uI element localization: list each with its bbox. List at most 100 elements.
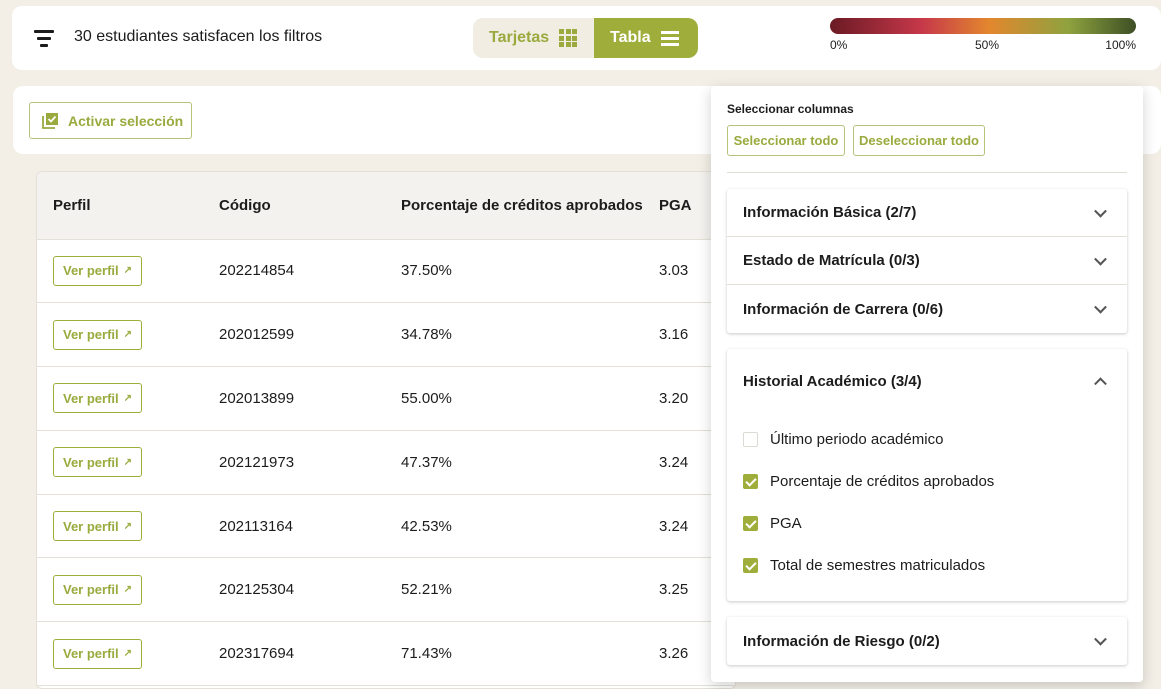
column-header-codigo[interactable]: Código <box>219 172 401 240</box>
external-link-icon: ↗ <box>123 520 133 532</box>
group-label: Historial Académico (3/4) <box>743 372 922 390</box>
table-row: Ver perfil ↗ 202013899 55.00% 3.20 <box>37 367 735 431</box>
student-code: 202013899 <box>219 389 295 407</box>
checkbox[interactable] <box>743 516 758 531</box>
deselect-all-button[interactable]: Deseleccionar todo <box>853 125 985 156</box>
table-view-button[interactable]: Tabla <box>594 18 698 58</box>
divider <box>727 172 1127 173</box>
column-option-porcentaje[interactable]: Porcentaje de créditos aprobados <box>743 473 994 490</box>
credits-percentage: 42.53% <box>401 517 452 535</box>
list-icon <box>660 31 679 46</box>
gradient-bar <box>830 18 1136 34</box>
filter-count-text: 30 estudiantes satisfacen los filtros <box>74 28 323 45</box>
student-code: 202214854 <box>219 262 295 280</box>
group-estado-matricula[interactable]: Estado de Matrícula (0/3) <box>727 237 1127 285</box>
external-link-icon: ↗ <box>123 392 133 404</box>
view-profile-button[interactable]: Ver perfil ↗ <box>53 511 143 542</box>
table-row: Ver perfil ↗ 202214854 37.50% 3.03 <box>37 239 735 303</box>
view-profile-button[interactable]: Ver perfil ↗ <box>53 383 143 414</box>
student-code: 202125304 <box>219 581 295 599</box>
view-profile-label: Ver perfil <box>63 518 119 534</box>
checkbox[interactable] <box>743 474 758 489</box>
student-code: 202012599 <box>219 326 295 344</box>
column-option-ultimo-periodo[interactable]: Último periodo académico <box>743 431 943 448</box>
credits-percentage: 47.37% <box>401 453 452 471</box>
group-informacion-basica[interactable]: Información Básica (2/7) <box>727 189 1127 237</box>
filter-icon[interactable] <box>34 28 58 48</box>
select-all-button[interactable]: Seleccionar todo <box>727 125 845 156</box>
external-link-icon: ↗ <box>123 584 133 596</box>
student-code: 202317694 <box>219 645 295 663</box>
column-header-perfil[interactable]: Perfil <box>37 172 219 240</box>
column-groups-collapsed: Información Básica (2/7) Estado de Matrí… <box>727 189 1127 333</box>
credits-percentage: 37.50% <box>401 262 452 280</box>
column-option-total-semestres[interactable]: Total de semestres matriculados <box>743 557 985 574</box>
column-selector-panel: Seleccionar columnas Seleccionar todo De… <box>711 86 1143 682</box>
table-header-row: Perfil Código Porcentaje de créditos apr… <box>37 172 735 240</box>
view-profile-button[interactable]: Ver perfil ↗ <box>53 574 143 605</box>
gradient-legend: 0% 50% 100% <box>830 18 1136 52</box>
table-row: Ver perfil ↗ 202125304 52.21% 3.25 <box>37 558 735 622</box>
column-option-pga[interactable]: PGA <box>743 515 802 532</box>
activate-selection-label: Activar selección <box>68 112 184 129</box>
view-profile-label: Ver perfil <box>63 263 119 279</box>
chevron-down-icon <box>1094 300 1107 314</box>
table-row: Ver perfil ↗ 202012599 34.78% 3.16 <box>37 303 735 367</box>
cards-view-button[interactable]: Tarjetas <box>473 18 594 58</box>
option-label: Último periodo académico <box>770 431 944 448</box>
table-row: Ver perfil ↗ 202113164 42.53% 3.24 <box>37 494 735 558</box>
group-label: Estado de Matrícula (0/3) <box>743 252 920 269</box>
column-groups-last: Información de Riesgo (0/2) <box>727 617 1127 665</box>
credits-percentage: 34.78% <box>401 326 452 344</box>
credits-percentage: 55.00% <box>401 389 452 407</box>
group-label: Información de Carrera (0/6) <box>743 300 944 318</box>
group-label: Información de Riesgo (0/2) <box>743 632 940 650</box>
external-link-icon: ↗ <box>123 456 133 468</box>
credits-percentage: 52.21% <box>401 581 452 599</box>
group-informacion-carrera[interactable]: Información de Carrera (0/6) <box>727 285 1127 333</box>
column-header-porcentaje[interactable]: Porcentaje de créditos aprobados <box>401 172 659 240</box>
external-link-icon: ↗ <box>123 329 133 341</box>
view-profile-button[interactable]: Ver perfil ↗ <box>53 447 143 478</box>
top-bar: 30 estudiantes satisfacen los filtros Ta… <box>12 6 1161 70</box>
chevron-down-icon <box>1094 252 1107 266</box>
column-selector-title: Seleccionar columnas <box>727 102 854 116</box>
view-profile-button[interactable]: Ver perfil ↗ <box>53 255 143 286</box>
group-label: Información Básica (2/7) <box>743 204 917 221</box>
table-view-label: Tabla <box>610 29 651 46</box>
group-informacion-riesgo[interactable]: Información de Riesgo (0/2) <box>727 617 1127 665</box>
group-historial-academico: Historial Académico (3/4) Último periodo… <box>727 349 1127 601</box>
chevron-down-icon <box>1094 204 1107 218</box>
option-label: PGA <box>770 515 802 532</box>
cards-view-label: Tarjetas <box>489 29 550 46</box>
gradient-min-label: 0% <box>830 38 848 52</box>
gradient-mid-label: 50% <box>975 38 1000 52</box>
view-toggle: Tarjetas Tabla <box>473 18 698 58</box>
checkbox[interactable] <box>743 558 758 573</box>
table-row: Ver perfil ↗ 202121973 47.37% 3.24 <box>37 430 735 495</box>
credits-percentage: 71.43% <box>401 645 452 663</box>
view-profile-label: Ver perfil <box>63 390 119 406</box>
view-profile-label: Ver perfil <box>63 454 119 470</box>
activate-selection-button[interactable]: Activar selección <box>29 102 192 139</box>
table-row: Ver perfil ↗ 202317694 71.43% 3.26 <box>37 622 735 686</box>
students-table: Perfil Código Porcentaje de créditos apr… <box>36 171 736 689</box>
gradient-max-label: 100% <box>1105 38 1136 52</box>
checklist-icon <box>42 112 59 129</box>
chevron-down-icon <box>1094 632 1107 646</box>
grid-icon <box>559 29 578 47</box>
external-link-icon: ↗ <box>123 265 133 277</box>
view-profile-label: Ver perfil <box>63 646 119 662</box>
student-code: 202121973 <box>219 453 295 471</box>
checkbox[interactable] <box>743 432 758 447</box>
external-link-icon: ↗ <box>123 648 133 660</box>
view-profile-button[interactable]: Ver perfil ↗ <box>53 638 143 669</box>
option-label: Porcentaje de créditos aprobados <box>770 473 995 490</box>
view-profile-label: Ver perfil <box>63 327 119 343</box>
chevron-up-icon <box>1094 377 1107 391</box>
option-label: Total de semestres matriculados <box>770 557 986 574</box>
group-historial-header[interactable]: Historial Académico (3/4) <box>727 349 1127 413</box>
student-code: 202113164 <box>219 517 293 535</box>
view-profile-button[interactable]: Ver perfil ↗ <box>53 319 143 350</box>
view-profile-label: Ver perfil <box>63 582 119 598</box>
